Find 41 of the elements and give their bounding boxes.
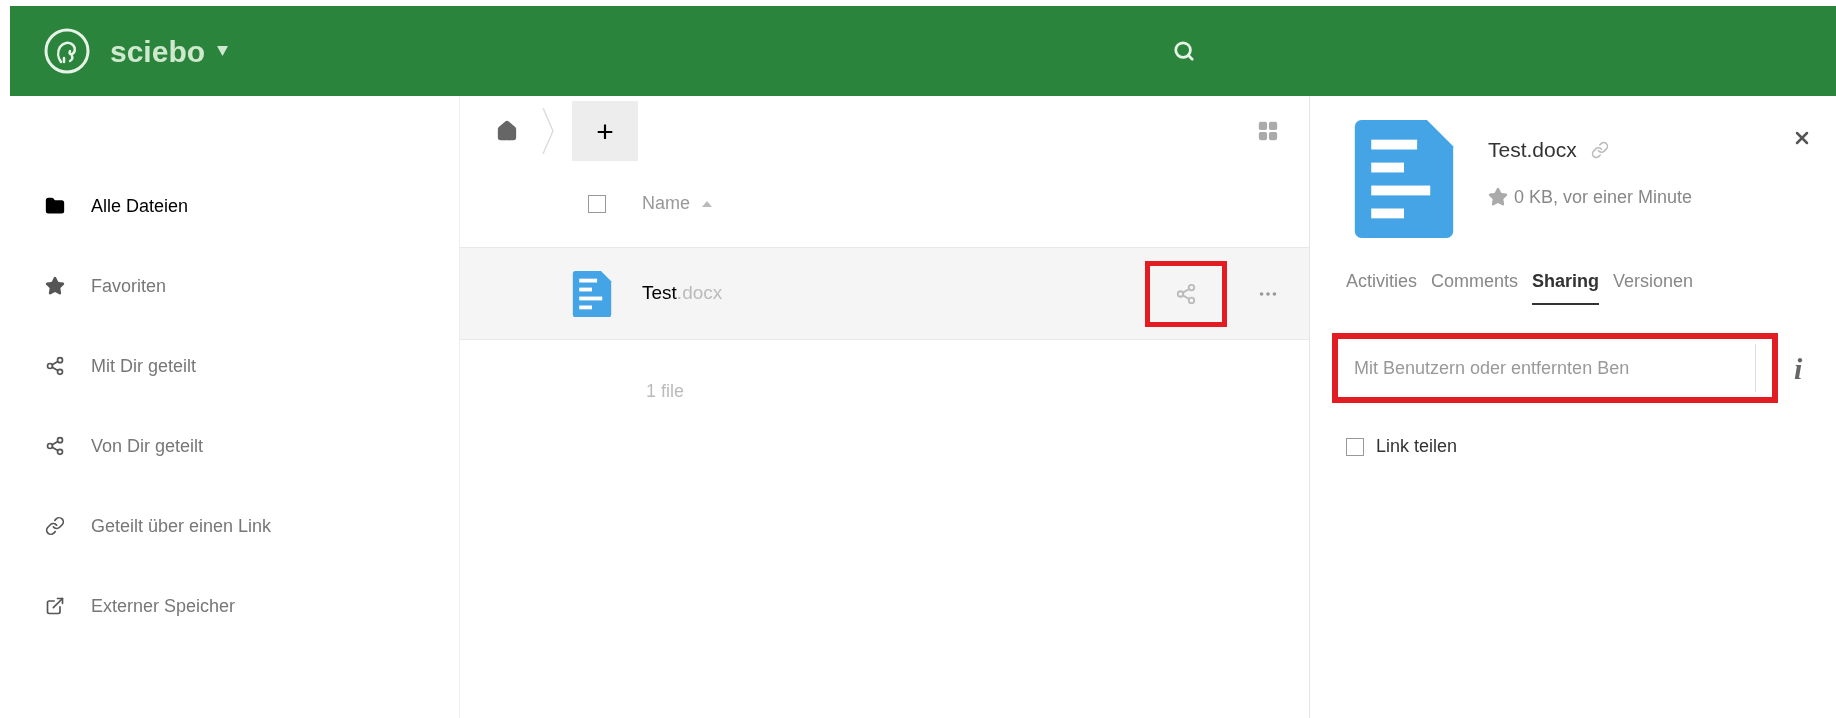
brand-name[interactable]: sciebo (110, 28, 206, 74)
file-row[interactable]: Test.docx (460, 248, 1309, 340)
info-icon[interactable]: i (1794, 345, 1803, 391)
select-all-checkbox[interactable] (588, 194, 606, 213)
tab[interactable]: Versionen (1613, 268, 1694, 305)
file-title: Test.docx (1488, 137, 1577, 163)
link-icon[interactable] (1590, 140, 1609, 159)
sidebar-item[interactable]: Mit Dir geteilt (10, 350, 459, 382)
star-icon (45, 276, 65, 296)
tab[interactable]: Activities (1346, 268, 1417, 305)
sidebar-item[interactable]: Alle Dateien (10, 190, 459, 222)
share-field[interactable]: Mit Benutzern oder entfernten Ben (1332, 333, 1778, 403)
document-icon (1352, 120, 1456, 238)
link-share-checkbox[interactable] (1346, 437, 1364, 456)
sidebar-item[interactable]: Geteilt über einen Link (10, 510, 459, 542)
search-icon[interactable] (1173, 40, 1196, 62)
name-column-header[interactable]: Name (642, 190, 690, 217)
breadcrumb-separator-icon (542, 108, 554, 154)
file-count: 1 file (646, 380, 685, 403)
share-icon (45, 356, 65, 376)
folder-icon (45, 196, 65, 216)
share-icon (1175, 282, 1197, 305)
tab[interactable]: Sharing (1532, 268, 1600, 305)
tab[interactable]: Comments (1431, 268, 1519, 305)
home-icon[interactable] (496, 120, 518, 142)
document-icon (572, 270, 612, 317)
link-icon (45, 516, 65, 536)
sidebar-item[interactable]: Externer Speicher (10, 590, 459, 622)
share-icon (45, 436, 65, 456)
new-button[interactable]: + (572, 101, 638, 161)
dropdown-caret-icon[interactable] (217, 46, 229, 56)
star-icon[interactable] (1488, 187, 1508, 207)
sort-ascending-icon[interactable] (702, 200, 712, 207)
file-meta: 0 KB, vor einer Minute (1514, 185, 1693, 209)
share-button[interactable] (1145, 260, 1227, 327)
sidebar-item[interactable]: Von Dir geteilt (10, 430, 459, 462)
grid-view-icon[interactable] (1257, 120, 1279, 142)
file-name[interactable]: Test.docx (642, 279, 723, 308)
sidebar-item[interactable]: Favoriten (10, 270, 459, 302)
link-share-label[interactable]: Link teilen (1376, 433, 1458, 460)
external-link-icon (45, 596, 65, 616)
